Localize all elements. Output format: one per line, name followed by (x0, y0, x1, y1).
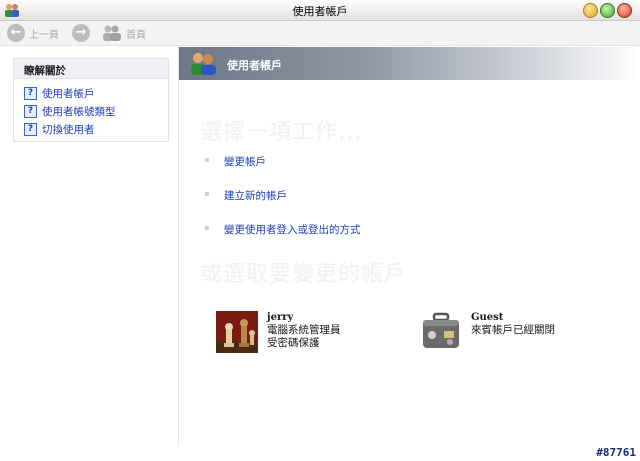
page-title: 使用者帳戶 (227, 59, 282, 72)
account-guest[interactable]: Guest 來賓帳戶已經關閉 (420, 311, 555, 353)
maximize-button[interactable] (600, 3, 615, 18)
sidebar-item-label: 切換使用者 (42, 123, 95, 136)
home-button[interactable]: 首頁 (102, 23, 146, 43)
task-create-account[interactable]: 建立新的帳戶 (224, 188, 287, 203)
learn-about-panel: 瞭解關於 ? 使用者帳戶 ? 使用者帳號類型 ? 切換使用者 (13, 58, 169, 142)
sidebar-item-label: 使用者帳號類型 (42, 105, 116, 118)
task-change-account[interactable]: 變更帳戶 (224, 154, 266, 169)
account-name: Guest (471, 312, 504, 323)
back-arrow-icon: ← (7, 24, 25, 42)
account-status: 來賓帳戶已經關閉 (471, 324, 555, 336)
home-label: 首頁 (126, 29, 146, 41)
help-icon: ? (24, 104, 37, 118)
toolbar: ← 上一頁 → 首頁 (0, 21, 640, 46)
account-status: 受密碼保護 (267, 337, 320, 349)
forward-button[interactable]: → (72, 23, 90, 43)
back-button[interactable]: ← 上一頁 (7, 23, 59, 43)
title-bar[interactable]: 使用者帳戶 (0, 0, 640, 21)
help-icon: ? (24, 122, 37, 136)
account-details: jerry 電腦系統管理員 受密碼保護 (267, 311, 341, 350)
learn-about-heading: 瞭解關於 (14, 59, 168, 79)
help-icon: ? (24, 86, 37, 100)
bullet (205, 192, 209, 196)
sidebar-item-label: 使用者帳戶 (42, 87, 95, 100)
bullet (205, 226, 209, 230)
sidebar-item-user-accounts[interactable]: ? 使用者帳戶 (14, 84, 168, 102)
account-details: Guest 來賓帳戶已經關閉 (471, 311, 555, 337)
account-jerry[interactable]: jerry 電腦系統管理員 受密碼保護 (216, 311, 341, 353)
home-users-icon (103, 25, 121, 41)
users-icon (191, 53, 216, 75)
suitcase-picture (423, 312, 459, 348)
account-type: 電腦系統管理員 (267, 324, 341, 336)
pick-task-heading: 選擇一項工作... (200, 120, 362, 145)
forward-arrow-icon: → (72, 24, 90, 42)
chess-picture (216, 311, 258, 353)
minimize-button[interactable] (583, 3, 598, 18)
pick-account-heading: 或選取要變更的帳戶 (200, 262, 408, 287)
sidebar: 瞭解關於 ? 使用者帳戶 ? 使用者帳號類型 ? 切換使用者 (0, 46, 179, 446)
close-button[interactable] (617, 3, 632, 18)
back-label: 上一頁 (29, 29, 59, 41)
watermark: #87761 (596, 446, 636, 459)
page-header: 使用者帳戶 (179, 47, 640, 80)
bullet (205, 158, 209, 162)
task-change-logon[interactable]: 變更使用者登入或登出的方式 (224, 222, 361, 237)
sidebar-item-switch-user[interactable]: ? 切換使用者 (14, 120, 168, 138)
sidebar-item-account-types[interactable]: ? 使用者帳號類型 (14, 102, 168, 120)
account-name: jerry (267, 312, 294, 323)
window-title: 使用者帳戶 (292, 5, 348, 18)
